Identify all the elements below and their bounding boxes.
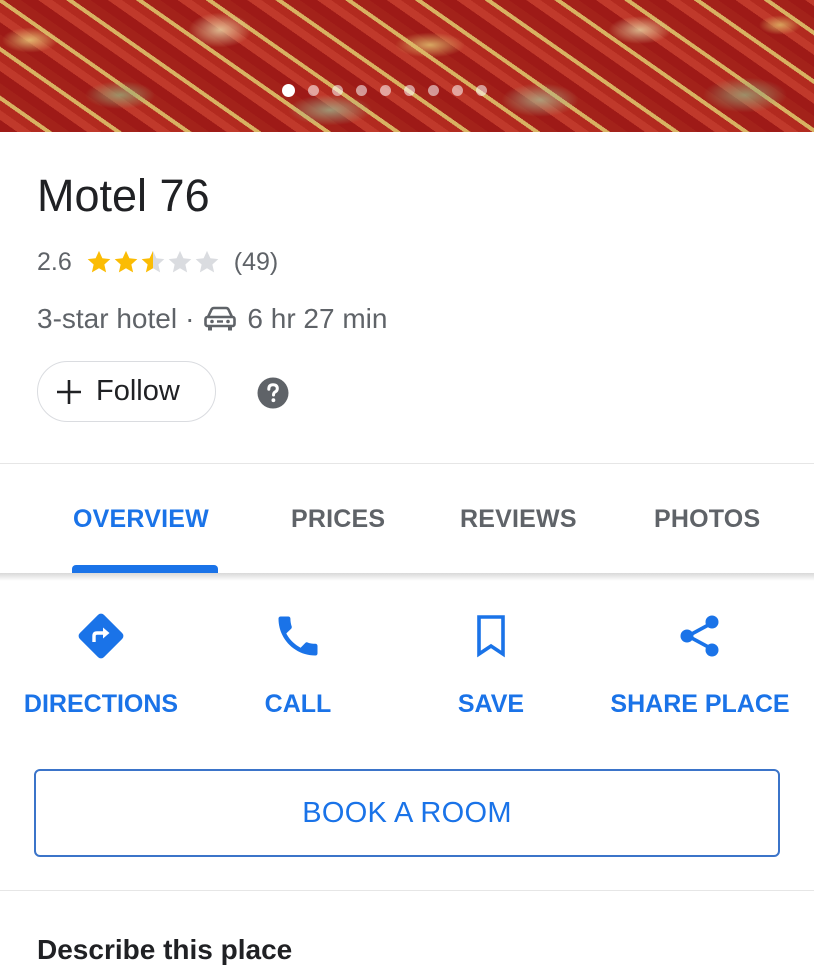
carousel-dot: [476, 85, 487, 96]
photo-carousel-indicator: [282, 84, 487, 97]
star-empty-icon: [195, 250, 219, 273]
rating-row[interactable]: 2.6 (49): [37, 244, 278, 280]
book-a-room-button[interactable]: BOOK A ROOM: [34, 769, 780, 857]
separator: ·: [185, 303, 195, 334]
carousel-dot: [332, 85, 343, 96]
hero-photo[interactable]: [0, 0, 814, 132]
directions-button[interactable]: DIRECTIONS: [24, 610, 178, 718]
star-icon: [114, 250, 138, 273]
carousel-dot: [380, 85, 391, 96]
carousel-dot: [428, 85, 439, 96]
tab-photos[interactable]: PHOTOS: [654, 505, 760, 534]
review-count: (49): [233, 247, 279, 276]
call-label: CALL: [264, 690, 332, 718]
share-icon: [680, 615, 719, 657]
carousel-dot-active: [282, 84, 295, 97]
save-button[interactable]: SAVE: [458, 610, 524, 718]
carousel-dot: [452, 85, 463, 96]
carousel-dot: [404, 85, 415, 96]
active-tab-indicator: [72, 565, 218, 573]
place-title: Motel 76: [37, 170, 210, 221]
tab-overview[interactable]: OVERVIEW: [73, 505, 209, 534]
describe-place-heading: Describe this place: [37, 934, 293, 965]
share-place-label: SHARE PLACE: [610, 690, 790, 718]
star-empty-icon: [168, 250, 192, 273]
car-icon: [204, 306, 237, 331]
carousel-dot: [308, 85, 319, 96]
call-button[interactable]: CALL: [265, 610, 331, 718]
share-place-button[interactable]: SHARE PLACE: [610, 610, 790, 718]
tab-prices[interactable]: PRICES: [291, 505, 385, 534]
follow-button[interactable]: Follow: [37, 361, 216, 422]
help-icon[interactable]: [257, 377, 289, 409]
phone-icon: [278, 616, 318, 656]
rating-value: 2.6: [37, 247, 72, 276]
divider: [0, 890, 814, 891]
save-label: SAVE: [457, 690, 525, 718]
star-rating: [85, 248, 220, 276]
tab-bar: OVERVIEW PRICES REVIEWS PHOTOS: [0, 464, 814, 574]
book-a-room-label: BOOK A ROOM: [302, 796, 512, 829]
place-subtitle: 3-star hotel · 6 hr 27 min: [37, 300, 387, 338]
drive-time: 6 hr 27 min: [247, 303, 388, 334]
carousel-dot: [356, 85, 367, 96]
star-half-icon: [141, 250, 165, 273]
hotel-category: 3-star hotel: [37, 303, 178, 334]
follow-label: Follow: [96, 375, 180, 407]
plus-icon: [57, 379, 81, 404]
directions-icon: [78, 613, 124, 659]
bookmark-icon: [477, 615, 505, 658]
star-icon: [87, 250, 111, 273]
tab-bar-shadow: [0, 573, 814, 581]
tab-reviews[interactable]: REVIEWS: [460, 505, 577, 534]
directions-label: DIRECTIONS: [23, 690, 179, 718]
